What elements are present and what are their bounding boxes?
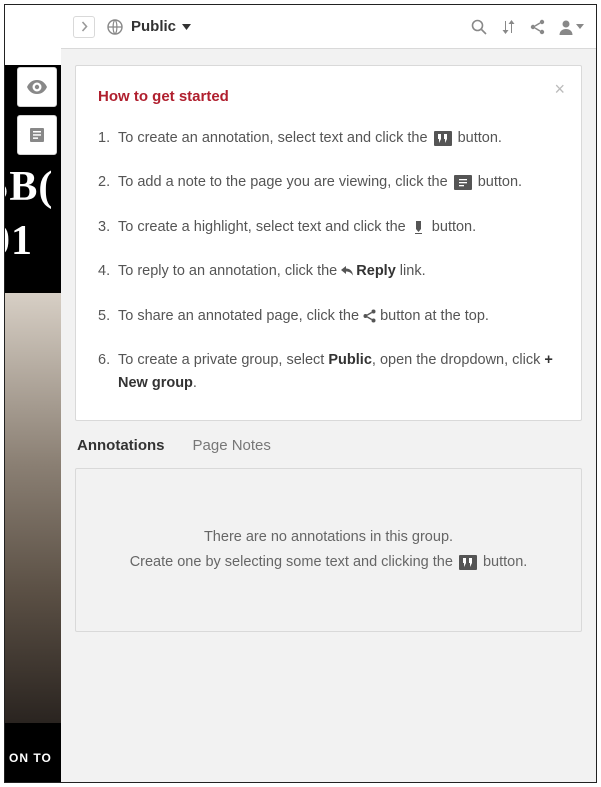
share-button[interactable]	[530, 19, 545, 35]
sidebar-panel: Public	[61, 5, 596, 782]
sort-button[interactable]	[501, 19, 516, 35]
eye-icon	[27, 80, 47, 94]
collapse-button[interactable]	[73, 16, 95, 38]
empty-state: There are no annotations in this group. …	[75, 468, 582, 631]
share-icon	[363, 309, 376, 323]
card-title: How to get started	[98, 88, 559, 105]
step-2: To add a note to the page you are viewin…	[98, 171, 559, 193]
bg-image-area	[5, 293, 61, 723]
share-icon	[530, 19, 545, 35]
annotate-icon	[434, 131, 452, 146]
globe-icon	[107, 19, 123, 35]
user-menu[interactable]	[559, 19, 584, 35]
search-button[interactable]	[471, 19, 487, 35]
new-page-note-button[interactable]	[17, 115, 57, 155]
empty-line-2: Create one by selecting some text and cl…	[96, 550, 561, 575]
reply-arrow-icon	[341, 266, 353, 277]
step-6: To create a private group, select Public…	[98, 349, 559, 394]
sort-icon	[501, 19, 516, 35]
help-panel-wrap: × How to get started To create an annota…	[61, 49, 596, 431]
step-5: To share an annotated page, click the bu…	[98, 305, 559, 327]
help-card: × How to get started To create an annota…	[75, 65, 582, 421]
bg-text-2: 01	[4, 217, 33, 265]
step-1: To create an annotation, select text and…	[98, 127, 559, 149]
empty-line-1: There are no annotations in this group.	[96, 525, 561, 550]
bg-text-1: SB(	[4, 163, 53, 211]
close-button[interactable]: ×	[554, 80, 565, 98]
annotate-icon	[459, 555, 477, 570]
group-label: Public	[131, 18, 176, 35]
search-icon	[471, 19, 487, 35]
step-3: To create a highlight, select text and c…	[98, 216, 559, 238]
group-selector[interactable]: Public	[131, 18, 191, 35]
caret-down-icon	[576, 24, 584, 29]
left-column: SB( 01 ON TO	[5, 5, 61, 782]
note-icon	[454, 175, 472, 190]
bg-footer-text: ON TO	[5, 744, 61, 772]
app-frame: SB( 01 ON TO Public	[4, 4, 597, 783]
topbar-actions	[471, 19, 584, 35]
step-4: To reply to an annotation, click the Rep…	[98, 260, 559, 282]
toggle-visibility-button[interactable]	[17, 67, 57, 107]
caret-down-icon	[182, 24, 191, 30]
tabs: Annotations Page Notes	[61, 431, 596, 468]
tab-annotations[interactable]: Annotations	[77, 437, 165, 454]
steps-list: To create an annotation, select text and…	[98, 127, 559, 394]
highlight-icon	[412, 220, 426, 235]
chevron-right-icon	[81, 21, 88, 32]
user-icon	[559, 19, 573, 35]
side-toolbar	[17, 67, 57, 163]
note-icon	[29, 127, 45, 143]
topbar: Public	[61, 5, 596, 49]
tab-page-notes[interactable]: Page Notes	[193, 437, 271, 454]
